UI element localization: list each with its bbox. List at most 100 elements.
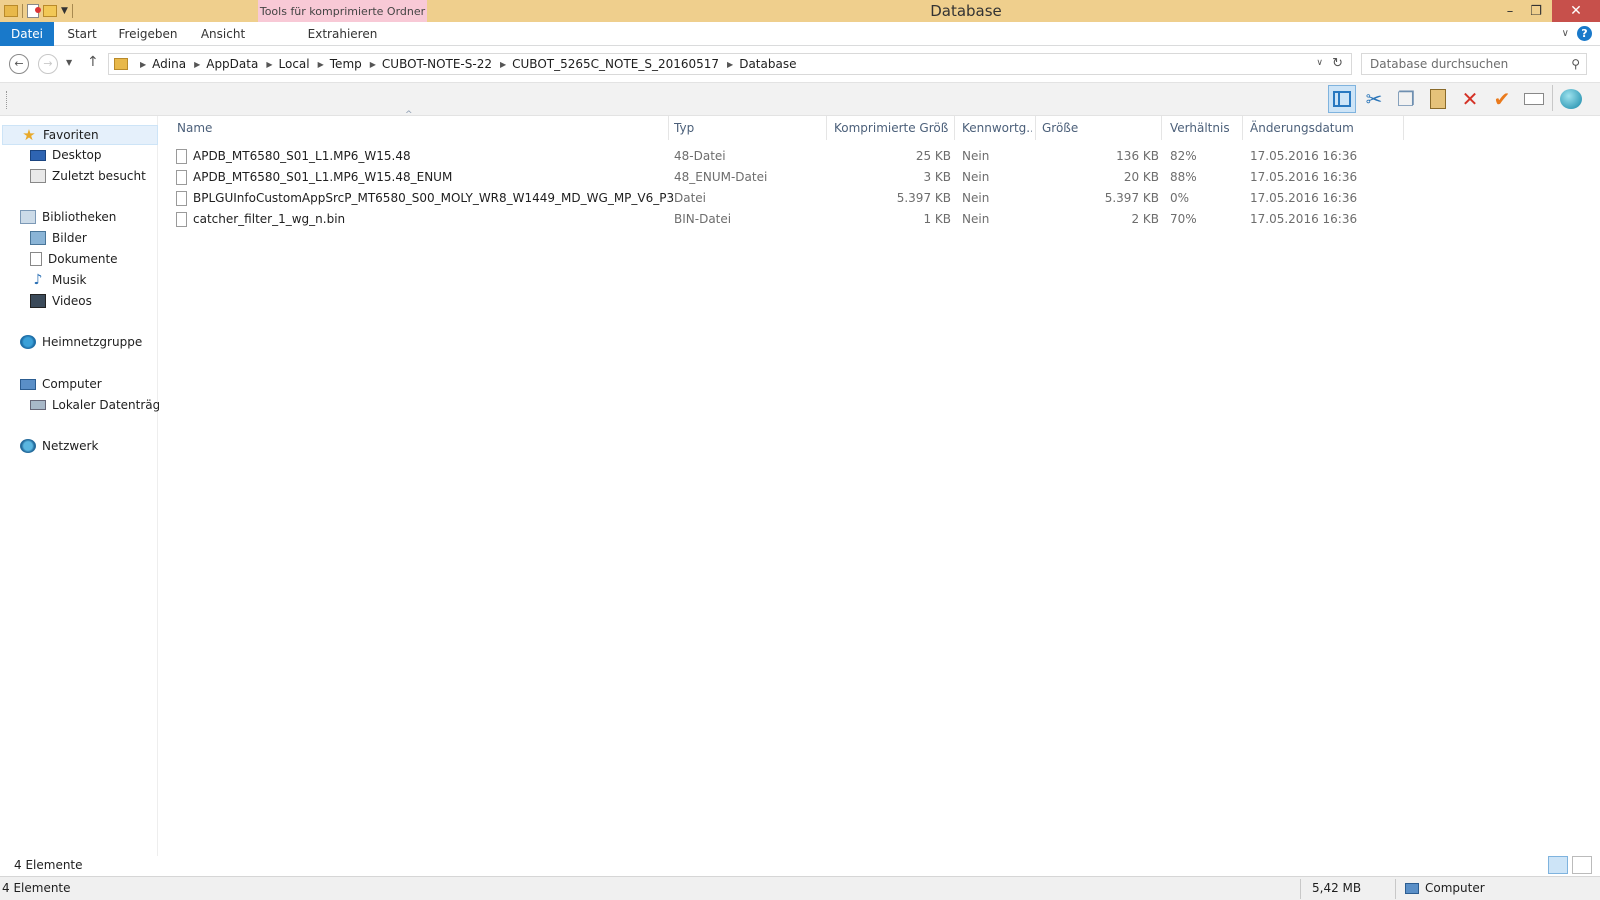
column-header-ratio[interactable]: Verhältnis [1170, 116, 1238, 140]
column-divider[interactable] [1242, 116, 1243, 140]
star-icon: ★ [22, 126, 36, 144]
sidebar-item-desktop[interactable]: Desktop [30, 145, 102, 165]
column-divider[interactable] [1161, 116, 1162, 140]
sidebar-item-bibliotheken[interactable]: Bibliotheken [20, 207, 116, 227]
new-folder-icon[interactable] [43, 5, 57, 17]
homegroup-icon [20, 335, 36, 349]
sidebar-item-recent[interactable]: Zuletzt besucht [30, 166, 146, 186]
layout-pane-icon[interactable] [1328, 85, 1356, 113]
table-row[interactable]: APDB_MT6580_S01_L1.MP6_W15.48_ENUM 48_EN… [171, 167, 1371, 188]
tab-datei[interactable]: Datei [0, 22, 54, 46]
copy-icon[interactable]: ❐ [1392, 85, 1420, 113]
address-bar[interactable]: ▶ Adina ▶ AppData ▶ Local ▶ Temp ▶ CUBOT… [108, 53, 1352, 75]
toolbar-grip[interactable] [6, 91, 7, 109]
breadcrumb-item[interactable]: Database [739, 57, 796, 71]
search-icon[interactable]: ⚲ [1571, 57, 1580, 71]
rename-icon[interactable] [1520, 85, 1548, 113]
chevron-right-icon[interactable]: ▶ [318, 60, 324, 69]
breadcrumb-item[interactable]: Local [279, 57, 310, 71]
ribbon-controls: ∨ ? [1562, 26, 1592, 41]
refresh-icon[interactable]: ↻ [1332, 56, 1343, 71]
sidebar-item-computer[interactable]: Computer [20, 374, 102, 394]
table-row[interactable]: APDB_MT6580_S01_L1.MP6_W15.48 48-Datei 2… [171, 146, 1371, 167]
delete-icon[interactable]: ✕ [1456, 85, 1484, 113]
chevron-right-icon[interactable]: ▶ [370, 60, 376, 69]
folder-icon [114, 58, 128, 70]
tab-extrahieren[interactable]: Extrahieren [258, 22, 427, 46]
back-button[interactable]: ← [9, 54, 29, 74]
status-zone-label: Computer [1425, 881, 1485, 895]
column-header-type[interactable]: Typ [674, 116, 814, 140]
chevron-right-icon[interactable]: ▶ [727, 60, 733, 69]
file-icon [176, 212, 187, 227]
file-password: Nein [962, 170, 990, 184]
table-row[interactable]: BPLGUInfoCustomAppSrcP_MT6580_S00_MOLY_W… [171, 188, 1371, 209]
view-switcher [1548, 856, 1592, 874]
file-name: APDB_MT6580_S01_L1.MP6_W15.48 [193, 149, 411, 163]
file-ratio: 70% [1170, 212, 1197, 226]
breadcrumb-item[interactable]: AppData [206, 57, 258, 71]
window-title: Database [930, 2, 1002, 20]
file-size: 20 KB [1123, 170, 1159, 184]
breadcrumb-item[interactable]: CUBOT_5265C_NOTE_S_20160517 [512, 57, 719, 71]
desktop-icon [30, 149, 46, 161]
file-password: Nein [962, 149, 990, 163]
recent-locations-icon[interactable]: ▼ [66, 58, 72, 67]
file-size: 2 KB [1131, 212, 1159, 226]
column-divider[interactable] [668, 116, 669, 140]
test-check-icon[interactable]: ✔ [1488, 85, 1516, 113]
sidebar-item-heimnetzgruppe[interactable]: Heimnetzgruppe [20, 332, 142, 352]
help-icon[interactable]: ? [1577, 26, 1592, 41]
sidebar-item-musik[interactable]: ♪ Musik [30, 270, 87, 290]
sidebar-item-local-disk[interactable]: Lokaler Datenträger [30, 395, 173, 415]
restore-button[interactable]: ❐ [1523, 0, 1549, 22]
column-header-compressed-size[interactable]: Komprimierte Größe [834, 116, 949, 140]
breadcrumb-item[interactable]: Adina [152, 57, 186, 71]
details-view-icon[interactable] [1548, 856, 1568, 874]
column-header-size[interactable]: Größe [1042, 116, 1157, 140]
customize-quick-access-icon[interactable]: ▼ [61, 6, 68, 16]
globe-icon[interactable] [1557, 85, 1585, 113]
sidebar-item-label: Dokumente [48, 252, 118, 266]
breadcrumb-item[interactable]: CUBOT-NOTE-S-22 [382, 57, 492, 71]
chevron-right-icon[interactable]: ▶ [194, 60, 200, 69]
column-divider[interactable] [1035, 116, 1036, 140]
column-header-modified[interactable]: Änderungsdatum [1250, 116, 1400, 140]
cut-icon[interactable]: ✂ [1360, 85, 1388, 113]
tab-start[interactable]: Start [64, 22, 100, 46]
tab-freigeben[interactable]: Freigeben [118, 22, 178, 46]
column-header-name[interactable]: Name [177, 116, 657, 140]
chevron-right-icon[interactable]: ▶ [140, 60, 146, 69]
chevron-right-icon[interactable]: ▶ [266, 60, 272, 69]
chevron-right-icon[interactable]: ▶ [500, 60, 506, 69]
sidebar-item-favoriten[interactable]: ★ Favoriten [2, 125, 158, 145]
status-zone: Computer [1405, 881, 1485, 895]
properties-icon[interactable] [27, 4, 41, 18]
large-icons-view-icon[interactable] [1572, 856, 1592, 874]
close-button[interactable]: ✕ [1552, 0, 1600, 22]
breadcrumb-item[interactable]: Temp [330, 57, 362, 71]
tab-ansicht[interactable]: Ansicht [198, 22, 248, 46]
minimize-button[interactable]: – [1497, 0, 1523, 22]
file-size: 5.397 KB [1104, 191, 1159, 205]
paste-icon[interactable] [1424, 85, 1452, 113]
search-input[interactable]: Database durchsuchen ⚲ [1361, 53, 1587, 75]
sidebar-item-videos[interactable]: Videos [30, 291, 92, 311]
forward-button[interactable]: → [38, 54, 58, 74]
sidebar-item-netzwerk[interactable]: Netzwerk [20, 436, 98, 456]
column-divider[interactable] [826, 116, 827, 140]
up-arrow-icon[interactable]: ↑ [87, 54, 99, 70]
column-divider[interactable] [954, 116, 955, 140]
sidebar-item-bilder[interactable]: Bilder [30, 228, 87, 248]
address-history-icon[interactable]: ∨ [1316, 58, 1323, 68]
file-name: catcher_filter_1_wg_n.bin [193, 212, 346, 226]
column-divider[interactable] [1403, 116, 1404, 140]
column-header-password[interactable]: Kennwortg... [962, 116, 1032, 140]
table-row[interactable]: catcher_filter_1_wg_n.bin BIN-Datei 1 KB… [171, 209, 1371, 230]
expand-ribbon-icon[interactable]: ∨ [1562, 28, 1569, 39]
file-name: BPLGUInfoCustomAppSrcP_MT6580_S00_MOLY_W… [193, 191, 675, 205]
sidebar-item-dokumente[interactable]: Dokumente [30, 249, 118, 269]
navigation-pane: ★ Favoriten Desktop Zuletzt besucht Bibl… [0, 116, 173, 856]
divider [71, 4, 73, 18]
sidebar-item-label: Bibliotheken [42, 210, 117, 224]
